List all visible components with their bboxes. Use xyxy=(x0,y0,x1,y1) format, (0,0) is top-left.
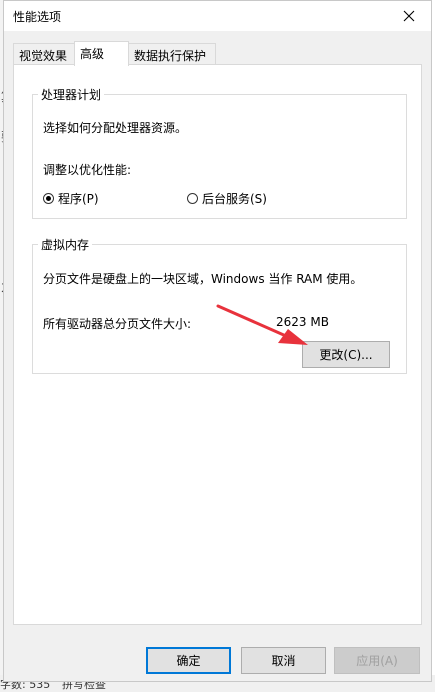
processor-scheduling-legend: 处理器计划 xyxy=(41,88,102,102)
paging-file-total-value: 2623 MB xyxy=(276,315,329,329)
paging-file-total-label: 所有驱动器总分页文件大小: xyxy=(43,317,192,331)
performance-options-dialog: 性能选项 视觉效果 高级 数据执行保护 处理器计划 选择如何分配处理器资源。 调… xyxy=(3,0,432,682)
radio-indicator xyxy=(43,193,54,204)
advanced-tab-panel: 处理器计划 选择如何分配处理器资源。 调整以优化性能: 程序(P) 后台服务(S… xyxy=(13,64,422,625)
ok-button[interactable]: 确定 xyxy=(146,647,231,674)
title-bar: 性能选项 xyxy=(4,1,431,31)
tab-visual-effects[interactable]: 视觉效果 xyxy=(13,43,75,65)
close-icon xyxy=(403,10,415,22)
processor-description: 选择如何分配处理器资源。 xyxy=(43,121,188,135)
close-button[interactable] xyxy=(387,1,431,31)
virtual-memory-description: 分页文件是硬盘上的一块区域，Windows 当作 RAM 使用。 xyxy=(43,272,363,286)
radio-background-services-label: 后台服务(S) xyxy=(202,192,267,206)
virtual-memory-group: 虚拟内存 分页文件是硬盘上的一块区域，Windows 当作 RAM 使用。 所有… xyxy=(32,236,407,374)
virtual-memory-legend: 虚拟内存 xyxy=(41,238,90,252)
radio-indicator xyxy=(187,193,198,204)
radio-programs[interactable]: 程序(P) xyxy=(43,190,99,207)
cancel-button[interactable]: 取消 xyxy=(241,647,326,674)
radio-background-services[interactable]: 后台服务(S) xyxy=(187,190,267,207)
tab-advanced[interactable]: 高级 xyxy=(74,41,129,66)
tab-data-execution-prevention[interactable]: 数据执行保护 xyxy=(128,43,216,65)
adjust-performance-label: 调整以优化性能: xyxy=(43,163,132,177)
processor-scheduling-group: 处理器计划 选择如何分配处理器资源。 调整以优化性能: 程序(P) 后台服务(S… xyxy=(32,86,407,219)
radio-programs-label: 程序(P) xyxy=(58,192,99,206)
apply-button[interactable]: 应用(A) xyxy=(334,647,420,674)
change-paging-file-button[interactable]: 更改(C)... xyxy=(302,341,390,368)
dialog-title: 性能选项 xyxy=(13,10,62,24)
